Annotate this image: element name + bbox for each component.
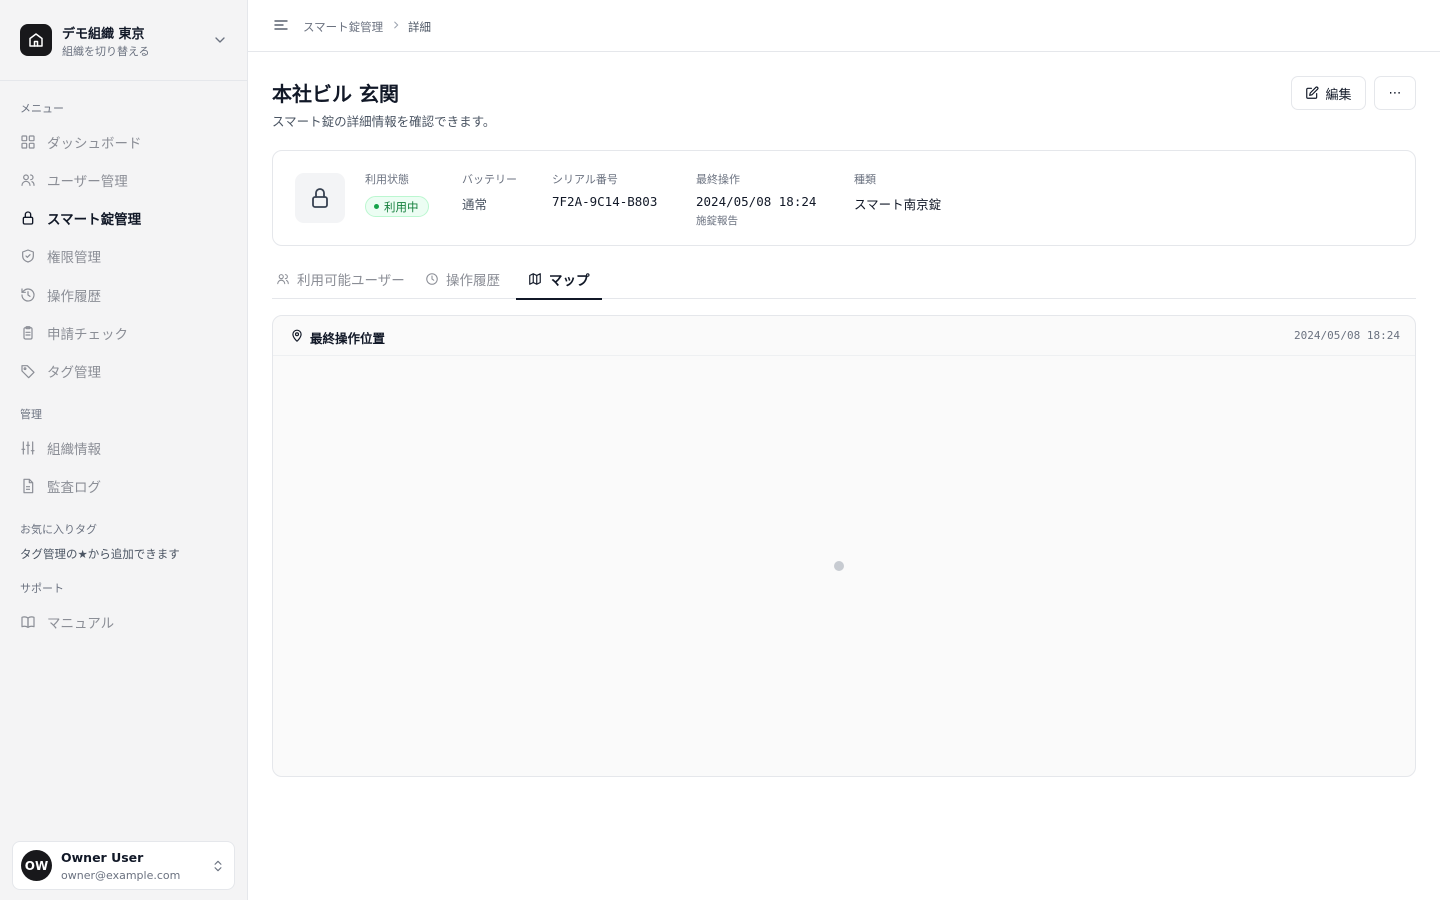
- last-operation-label: 最終操作: [696, 173, 740, 186]
- book-icon: [21, 616, 35, 628]
- clock-icon: [426, 272, 438, 285]
- page-title: 本社ビル 玄関: [272, 82, 399, 106]
- favorites-hint: タグ管理の★から追加できます: [20, 547, 180, 561]
- status-label: 利用状態: [365, 173, 409, 186]
- map-title: 最終操作位置: [310, 331, 386, 346]
- grid-icon: [21, 135, 35, 149]
- lock-info-card: 利用状態 利用中 バッテリー 通常 シリアル番号 7F2A-9C14-B803 …: [272, 150, 1416, 246]
- map-timestamp: 2024/05/08 18:24: [1294, 329, 1400, 342]
- serial-label: シリアル番号: [552, 173, 618, 186]
- file-icon: [23, 478, 34, 494]
- tab-operation-history[interactable]: 操作履歴: [425, 258, 500, 299]
- user-email: owner@example.com: [61, 869, 181, 882]
- detail-tabs: 利用可能ユーザー 操作履歴 マップ: [272, 258, 1416, 300]
- history-icon: [21, 288, 35, 302]
- support-section-label: サポート: [20, 582, 64, 595]
- sidebar-item-permissions[interactable]: 権限管理: [20, 243, 230, 269]
- sidebar-item-label: 権限管理: [47, 250, 101, 266]
- status-value: 利用中: [384, 199, 419, 214]
- breadcrumb-parent[interactable]: スマート錠管理: [303, 19, 383, 35]
- tag-icon: [21, 365, 35, 379]
- shield-check-icon: [22, 249, 34, 263]
- sidebar-item-manual[interactable]: マニュアル: [20, 609, 230, 635]
- sidebar-item-dashboard[interactable]: ダッシュボード: [20, 129, 230, 155]
- map-header: 最終操作位置 2024/05/08 18:24: [273, 316, 1415, 356]
- org-name: デモ組織 東京: [62, 27, 145, 42]
- sidebar-item-requests[interactable]: 申請チェック: [20, 320, 230, 346]
- menu-section-label: メニュー: [20, 102, 64, 115]
- sidebar-item-label: タグ管理: [47, 365, 101, 381]
- sidebar-item-tags[interactable]: タグ管理: [20, 358, 230, 384]
- top-bar: スマート錠管理 詳細: [248, 0, 1440, 52]
- sliders-icon: [21, 441, 35, 455]
- edit-button[interactable]: 編集: [1291, 76, 1366, 110]
- avatar: OW: [21, 850, 52, 881]
- sidebar: デモ組織 東京 組織を切り替える メニュー ダッシュボード ユーザー管理 スマー…: [0, 0, 248, 900]
- edit-button-label: 編集: [1325, 87, 1352, 103]
- sidebar-item-label: 監査ログ: [47, 480, 101, 496]
- sidebar-item-label: 組織情報: [47, 442, 101, 458]
- map-icon: [529, 272, 541, 285]
- page-subtitle: スマート錠の詳細情報を確認できます。: [272, 114, 496, 129]
- favorites-section-label: お気に入りタグ: [20, 523, 97, 536]
- tab-label: マップ: [549, 272, 590, 289]
- status-dot: [374, 204, 379, 209]
- sidebar-item-label: 操作履歴: [47, 289, 101, 305]
- last-operation-note: 施錠報告: [696, 215, 738, 227]
- map-card: 最終操作位置 2024/05/08 18:24: [272, 315, 1416, 777]
- tab-label: 利用可能ユーザー: [297, 272, 405, 289]
- building-icon: [20, 24, 52, 56]
- clipboard-icon: [23, 326, 33, 340]
- type-label: 種類: [854, 173, 876, 186]
- lock-icon: [295, 173, 345, 223]
- battery-value: 通常: [462, 197, 488, 212]
- sidebar-item-label: マニュアル: [47, 616, 115, 632]
- serial-value: 7F2A-9C14-B803: [552, 194, 658, 209]
- sidebar-item-label: ユーザー管理: [47, 174, 128, 190]
- sidebar-item-audit-log[interactable]: 監査ログ: [20, 473, 230, 499]
- user-menu[interactable]: OW Owner User owner@example.com: [12, 841, 235, 890]
- type-value: スマート南京錠: [854, 197, 942, 212]
- chevron-down-icon: [215, 37, 225, 43]
- chevron-right-icon: [394, 21, 399, 29]
- admin-section-label: 管理: [20, 408, 42, 421]
- users-icon: [277, 273, 289, 284]
- sidebar-toggle-icon[interactable]: [273, 17, 289, 33]
- sidebar-item-users[interactable]: ユーザー管理: [20, 167, 230, 193]
- sidebar-item-label: 申請チェック: [47, 327, 128, 343]
- more-icon: ⋯: [1388, 85, 1402, 101]
- location-marker[interactable]: [834, 561, 844, 571]
- battery-label: バッテリー: [462, 173, 517, 186]
- map-pin-icon: [292, 329, 302, 342]
- user-name: Owner User: [61, 850, 144, 865]
- lock-icon: [22, 211, 34, 225]
- sidebar-item-label: ダッシュボード: [47, 136, 142, 152]
- org-switch-label: 組織を切り替える: [62, 45, 150, 58]
- sidebar-item-label: スマート錠管理: [47, 212, 142, 228]
- sidebar-item-history[interactable]: 操作履歴: [20, 282, 230, 308]
- tab-label: 操作履歴: [446, 272, 500, 289]
- tab-map[interactable]: マップ: [516, 258, 602, 300]
- edit-icon: [1306, 86, 1319, 99]
- breadcrumb-current: 詳細: [408, 20, 431, 34]
- map-canvas[interactable]: [273, 356, 1415, 776]
- org-switcher[interactable]: デモ組織 東京 組織を切り替える: [0, 0, 247, 81]
- sidebar-item-org-info[interactable]: 組織情報: [20, 435, 230, 461]
- tab-available-users[interactable]: 利用可能ユーザー: [276, 258, 405, 299]
- more-options-button[interactable]: ⋯: [1374, 76, 1416, 110]
- sidebar-item-smart-locks[interactable]: スマート錠管理: [20, 205, 230, 231]
- status-badge: 利用中: [365, 196, 429, 217]
- last-operation-value: 2024/05/08 18:24: [696, 194, 817, 209]
- users-icon: [21, 174, 35, 186]
- chevron-up-down-icon: [214, 860, 222, 872]
